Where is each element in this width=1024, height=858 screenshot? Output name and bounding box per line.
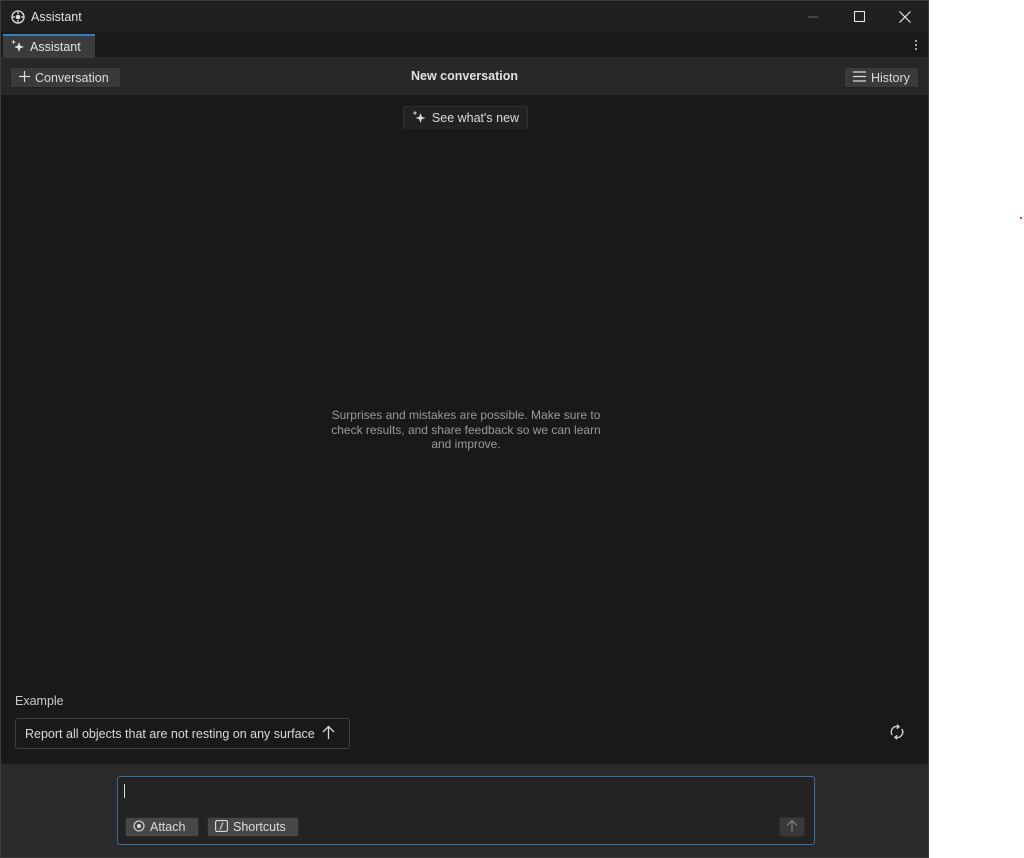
shortcuts-label: Shortcuts bbox=[233, 820, 286, 834]
close-icon bbox=[899, 10, 911, 23]
attach-button[interactable]: Attach bbox=[125, 817, 199, 837]
minimize-button[interactable] bbox=[790, 1, 836, 32]
stray-marker bbox=[1020, 217, 1022, 219]
prompt-box: Attach Shortcuts bbox=[117, 776, 815, 845]
history-label: History bbox=[871, 70, 910, 85]
app-icon bbox=[11, 9, 25, 24]
example-heading: Example bbox=[15, 694, 64, 708]
slash-command-icon bbox=[215, 819, 228, 835]
shortcuts-button[interactable]: Shortcuts bbox=[207, 817, 299, 837]
conversation-toolbar: Conversation New conversation History bbox=[1, 58, 928, 96]
see-whats-new-button[interactable]: See what's new bbox=[403, 106, 528, 129]
window-title: Assistant bbox=[31, 9, 82, 24]
conversation-title: New conversation bbox=[411, 69, 518, 83]
maximize-icon bbox=[853, 11, 865, 22]
close-button[interactable] bbox=[882, 1, 928, 32]
disclaimer-text: Surprises and mistakes are possible. Mak… bbox=[331, 408, 601, 451]
attach-label: Attach bbox=[150, 820, 186, 834]
send-button[interactable] bbox=[779, 817, 805, 837]
tab-assistant[interactable]: Assistant bbox=[3, 34, 95, 58]
title-bar: Assistant bbox=[1, 1, 928, 32]
sparkle-icon bbox=[412, 110, 427, 127]
window-controls bbox=[790, 1, 928, 32]
refresh-icon bbox=[889, 723, 905, 743]
text-caret bbox=[124, 784, 125, 798]
example-prompt-text: Report all objects that are not resting … bbox=[25, 726, 315, 741]
see-whats-new-label: See what's new bbox=[431, 111, 520, 125]
arrow-up-icon bbox=[786, 819, 798, 835]
prompt-input[interactable] bbox=[124, 781, 764, 801]
sparkle-icon bbox=[10, 39, 26, 56]
arrow-up-icon bbox=[322, 725, 335, 743]
tab-menu-icon[interactable] bbox=[912, 36, 920, 54]
prompt-area: Attach Shortcuts bbox=[1, 764, 928, 857]
tab-label: Assistant bbox=[30, 40, 81, 54]
conversation-area: See what's new Surprises and mistakes ar… bbox=[1, 96, 928, 764]
example-prompt-button[interactable]: Report all objects that are not resting … bbox=[15, 718, 350, 749]
hamburger-icon bbox=[853, 70, 866, 85]
tab-strip: Assistant bbox=[1, 32, 928, 58]
refresh-examples-button[interactable] bbox=[888, 723, 906, 743]
assistant-window: Assistant Assistant Conversation New con… bbox=[0, 0, 929, 858]
minimize-icon bbox=[808, 16, 818, 17]
attach-icon bbox=[133, 819, 145, 835]
maximize-button[interactable] bbox=[836, 1, 882, 32]
history-button[interactable]: History bbox=[844, 67, 919, 88]
